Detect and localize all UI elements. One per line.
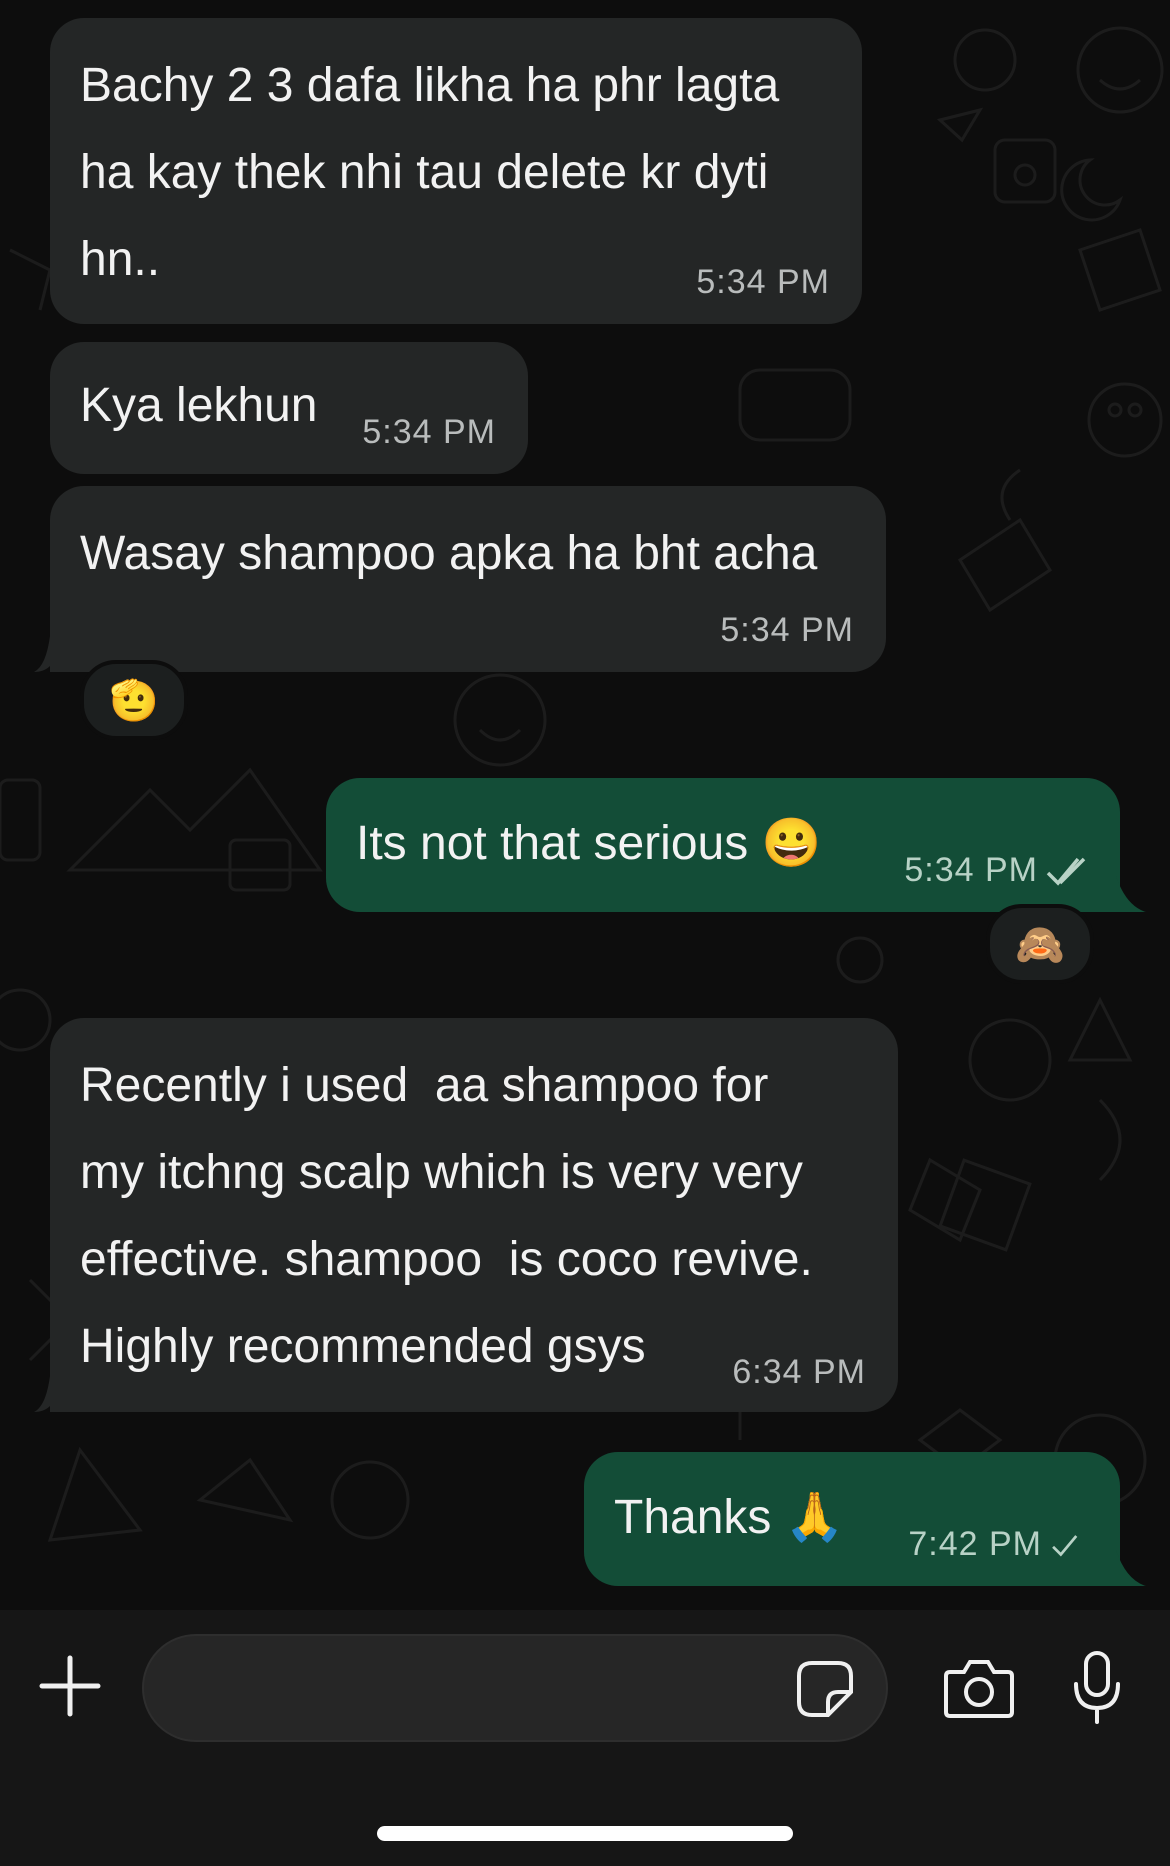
double-check-icon <box>1046 857 1086 886</box>
message-time-row: 7:42 PM <box>908 1524 1084 1564</box>
reaction-badge[interactable]: 🙈 <box>986 904 1094 984</box>
sticker-icon[interactable] <box>796 1660 854 1718</box>
microphone-icon[interactable] <box>1072 1650 1122 1726</box>
message-time: 5:34 PM <box>904 851 1038 889</box>
bubble-tail <box>34 636 50 672</box>
bubble-tail <box>34 1376 50 1412</box>
message-time: 5:34 PM <box>362 413 496 451</box>
message-time: 5:34 PM <box>696 263 830 301</box>
message-input-pill[interactable] <box>142 1634 888 1742</box>
reaction-emoji: 🙈 <box>1015 922 1065 967</box>
message-time-row: 5:34 PM <box>904 850 1090 890</box>
message-bubble-incoming[interactable]: Bachy 2 3 dafa likha ha phr lagta ha kay… <box>50 18 862 324</box>
chat-area[interactable]: Bachy 2 3 dafa likha ha phr lagta ha kay… <box>0 0 1170 1610</box>
reaction-badge[interactable]: 🫡 <box>80 660 188 740</box>
home-indicator <box>377 1826 793 1841</box>
reaction-emoji: 🫡 <box>109 678 159 723</box>
camera-icon[interactable] <box>942 1656 1016 1720</box>
message-bubble-incoming[interactable]: Wasay shampoo apka ha bht acha 5:34 PM <box>50 486 886 672</box>
message-text: Wasay shampoo apka ha bht acha <box>80 527 818 580</box>
plus-icon[interactable] <box>38 1654 102 1718</box>
message-time: 5:34 PM <box>720 611 854 649</box>
message-input[interactable] <box>174 1656 778 1724</box>
message-time: 6:34 PM <box>732 1353 866 1391</box>
message-text: Recently i used aa shampoo for my itchng… <box>80 1059 813 1373</box>
single-check-icon <box>1052 1535 1078 1557</box>
message-bubble-outgoing[interactable]: Thanks 🙏 7:42 PM <box>584 1452 1120 1586</box>
message-time: 7:42 PM <box>908 1525 1042 1563</box>
message-bubble-incoming[interactable]: Recently i used aa shampoo for my itchng… <box>50 1018 898 1412</box>
bubble-tail <box>1116 1550 1146 1586</box>
message-bubble-outgoing[interactable]: Its not that serious 😀 5:34 PM <box>326 778 1120 912</box>
message-bubble-incoming[interactable]: Kya lekhun 5:34 PM <box>50 342 528 474</box>
bubble-tail <box>1116 876 1146 912</box>
